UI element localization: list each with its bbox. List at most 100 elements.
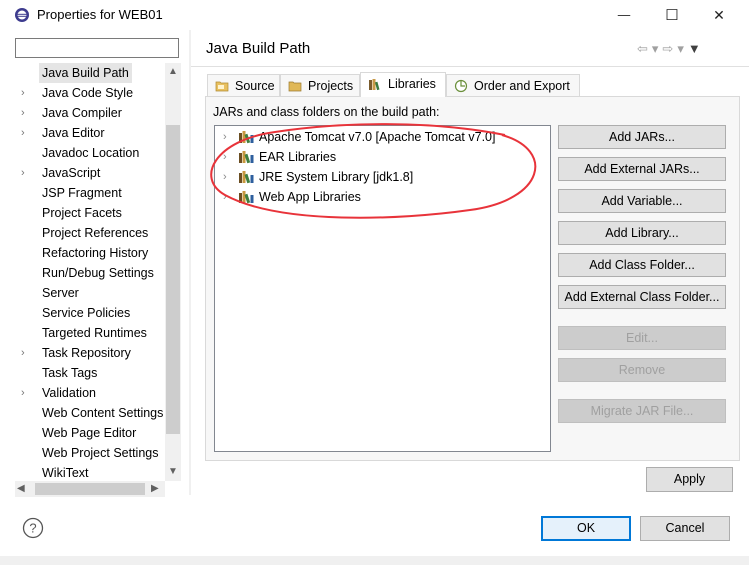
sidebar-item-project-facets[interactable]: Project Facets	[15, 203, 167, 223]
edit-button[interactable]: Edit...	[558, 326, 726, 350]
sidebar-item-javadoc-location[interactable]: Javadoc Location	[15, 143, 167, 163]
sidebar-item-server[interactable]: Server	[15, 283, 167, 303]
chevron-right-icon[interactable]: ›	[21, 383, 31, 403]
sidebar-item-label: Web Page Editor	[42, 426, 137, 440]
cancel-button[interactable]: Cancel	[640, 516, 730, 541]
close-button[interactable]: ✕	[696, 0, 742, 30]
help-icon[interactable]: ?	[22, 517, 44, 539]
sidebar-item-java-code-style[interactable]: › Java Code Style	[15, 83, 167, 103]
sidebar-item-label: Javadoc Location	[42, 146, 140, 160]
maximize-button[interactable]: ☐	[649, 0, 695, 30]
sidebar-item-targeted-runtimes[interactable]: Targeted Runtimes	[15, 323, 167, 343]
sidebar-item-project-references[interactable]: Project References	[15, 223, 167, 243]
tab-projects[interactable]: Projects	[280, 74, 360, 96]
ok-button[interactable]: OK	[541, 516, 631, 541]
panel-divider[interactable]	[189, 30, 191, 495]
sidebar-item-label: Java Code Style	[42, 86, 134, 100]
sidebar-item-service-policies[interactable]: Service Policies	[15, 303, 167, 323]
migrate-jar-button[interactable]: Migrate JAR File...	[558, 399, 726, 423]
property-page-tree: Java Build Path › Java Code Style › Java Com…	[15, 63, 181, 481]
sidebar-item-label: Targeted Runtimes	[42, 326, 147, 340]
filter-input[interactable]	[15, 38, 179, 58]
remove-button[interactable]: Remove	[558, 358, 726, 382]
sidebar-item-validation[interactable]: › Validation	[15, 383, 167, 403]
sidebar-item-label: JSP Fragment	[42, 186, 122, 200]
sidebar-item-label: Validation	[42, 386, 96, 400]
sidebar-item-javascript[interactable]: › JavaScript	[15, 163, 167, 183]
tab-libraries[interactable]: Libraries	[360, 72, 446, 97]
page-navigation: ⇦▾⇨▾▼	[637, 41, 705, 57]
apply-button[interactable]: Apply	[646, 467, 733, 492]
sidebar-item-jsp-fragment[interactable]: JSP Fragment	[15, 183, 167, 203]
sidebar-item-run-debug-settings[interactable]: Run/Debug Settings	[15, 263, 167, 283]
svg-text:?: ?	[29, 521, 36, 536]
close-icon: ✕	[713, 6, 725, 23]
sidebar-item-label: Refactoring History	[42, 246, 149, 260]
chevron-right-icon[interactable]: ›	[21, 163, 31, 183]
sidebar-item-java-compiler[interactable]: › Java Compiler	[15, 103, 167, 123]
chevron-right-icon[interactable]: ›	[21, 343, 31, 363]
tab-source[interactable]: Source	[207, 74, 280, 96]
chevron-right-icon[interactable]: ›	[21, 103, 31, 123]
libraries-list-label: JARs and class folders on the build path…	[213, 105, 440, 119]
minimize-icon: —	[617, 8, 631, 22]
window-title: Properties for WEB01	[37, 7, 163, 22]
chevron-right-icon[interactable]: ›	[223, 167, 227, 187]
sidebar-item-label: WikiText	[42, 466, 89, 480]
sidebar-item-label: Web Project Settings	[42, 446, 159, 460]
sidebar-item-label: Task Repository	[42, 346, 131, 360]
sidebar-item-label: Java Build Path	[39, 63, 132, 83]
sidebar-item-label: Java Compiler	[42, 106, 122, 120]
tab-label: Order and Export	[474, 79, 570, 93]
sidebar-item-label: JavaScript	[42, 166, 101, 180]
add-jars-button[interactable]: Add JARs...	[558, 125, 726, 149]
source-folder-icon	[215, 81, 229, 92]
header-divider	[191, 66, 749, 67]
library-item-label: EAR Libraries	[259, 150, 337, 164]
add-external-jars-button[interactable]: Add External JARs...	[558, 157, 726, 181]
page-title: Java Build Path	[206, 40, 311, 57]
add-library-button[interactable]: Add Library...	[558, 221, 726, 245]
back-arrow-icon[interactable]: ⇦▾	[637, 41, 662, 56]
sidebar-item-java-build-path[interactable]: Java Build Path	[15, 63, 167, 83]
library-item-label: Apache Tomcat v7.0 [Apache Tomcat v7.0]	[259, 130, 496, 144]
order-export-icon	[454, 79, 468, 93]
scroll-right-icon[interactable]: ▶	[151, 483, 159, 494]
horizontal-scroll-thumb[interactable]	[35, 483, 145, 495]
scroll-down-icon[interactable]: ▼	[168, 466, 178, 477]
title-bar: Properties for WEB01 — ☐ ✕	[0, 0, 749, 30]
library-icon	[239, 171, 254, 184]
tab-order-and-export[interactable]: Order and Export	[446, 74, 580, 96]
minimize-button[interactable]: —	[601, 0, 647, 30]
scroll-left-icon[interactable]: ◀	[17, 483, 25, 494]
sidebar-item-wikitext[interactable]: WikiText	[15, 463, 167, 481]
menu-down-icon[interactable]: ▼	[688, 41, 705, 56]
sidebar-item-task-repository[interactable]: › Task Repository	[15, 343, 167, 363]
scroll-up-icon[interactable]: ▲	[168, 66, 178, 77]
sidebar-item-java-editor[interactable]: › Java Editor	[15, 123, 167, 143]
sidebar-item-task-tags[interactable]: Task Tags	[15, 363, 167, 383]
chevron-right-icon[interactable]: ›	[21, 83, 31, 103]
libraries-list[interactable]: › Apache Tomcat v7.0 [Apache Tomcat v7.0]…	[214, 125, 551, 452]
tab-label: Source	[235, 79, 275, 93]
sidebar-item-web-project-settings[interactable]: Web Project Settings	[15, 443, 167, 463]
library-icon	[239, 191, 254, 204]
tree-vertical-scrollbar[interactable]: ▲ ▼	[165, 63, 181, 481]
chevron-right-icon[interactable]: ›	[223, 147, 227, 167]
sidebar-item-label: Server	[42, 286, 79, 300]
forward-arrow-icon[interactable]: ⇨▾	[662, 41, 687, 56]
sidebar-item-web-page-editor[interactable]: Web Page Editor	[15, 423, 167, 443]
vertical-scroll-thumb[interactable]	[166, 125, 180, 434]
sidebar-item-refactoring-history[interactable]: Refactoring History	[15, 243, 167, 263]
library-item-label: Web App Libraries	[259, 190, 361, 204]
tree-horizontal-scrollbar[interactable]: ◀ ▶	[15, 481, 165, 497]
sidebar-item-label: Run/Debug Settings	[42, 266, 154, 280]
sidebar-item-web-content-settings[interactable]: Web Content Settings	[15, 403, 167, 423]
add-external-class-folder-button[interactable]: Add External Class Folder...	[558, 285, 726, 309]
chevron-right-icon[interactable]: ›	[223, 127, 227, 147]
add-class-folder-button[interactable]: Add Class Folder...	[558, 253, 726, 277]
sidebar-item-label: Web Content Settings	[42, 406, 164, 420]
add-variable-button[interactable]: Add Variable...	[558, 189, 726, 213]
chevron-right-icon[interactable]: ›	[21, 123, 31, 143]
chevron-right-icon[interactable]: ›	[223, 187, 227, 207]
